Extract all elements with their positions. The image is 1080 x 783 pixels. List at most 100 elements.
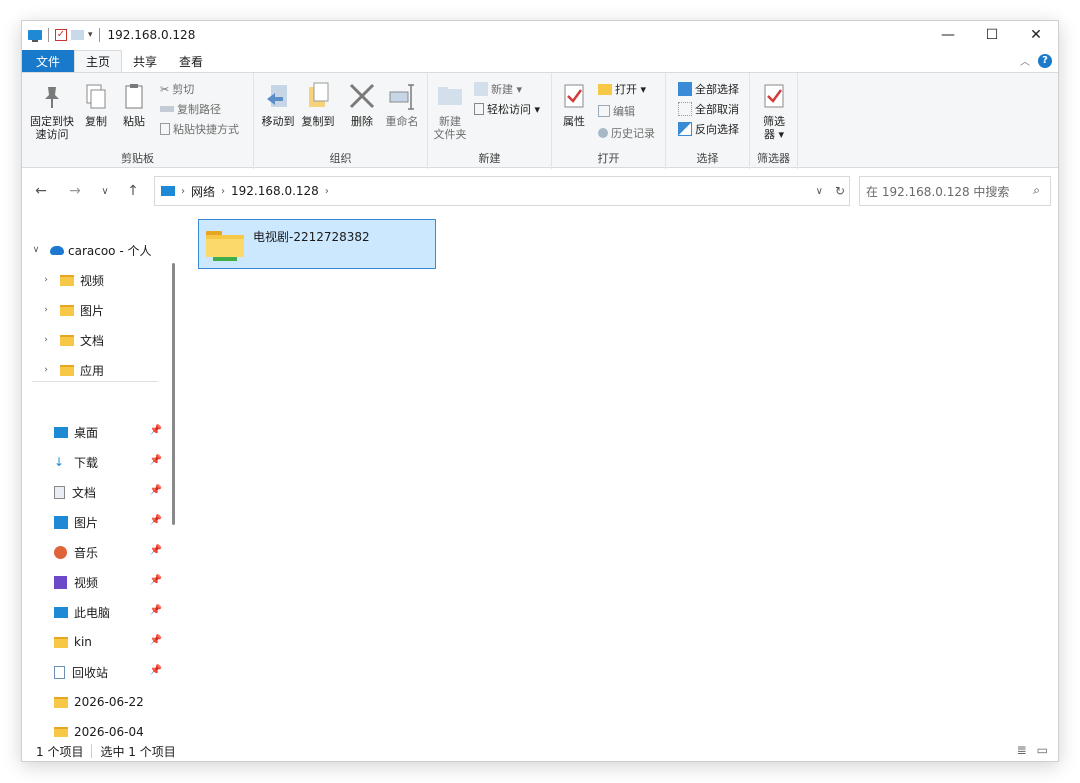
- details-view-icon[interactable]: ≣: [1017, 743, 1027, 757]
- sidebar-item-recycle-bin[interactable]: 回收站 📌: [54, 659, 162, 685]
- close-button[interactable]: ✕: [1014, 21, 1058, 49]
- tab-file[interactable]: 文件: [22, 50, 75, 72]
- pin-icon[interactable]: 📌: [150, 545, 162, 556]
- copy-to-icon: [303, 81, 333, 113]
- chevron-right-icon[interactable]: ›: [40, 365, 52, 375]
- back-arrow-icon[interactable]: ←: [30, 180, 52, 202]
- sidebar-item-onedrive-apps[interactable]: › 应用: [40, 357, 182, 383]
- recent-locations-chevron-icon[interactable]: ∨: [94, 180, 116, 202]
- breadcrumb-network[interactable]: 网络: [191, 183, 215, 200]
- address-dropdown-chevron-icon[interactable]: ∨: [816, 186, 823, 197]
- folder-icon: [60, 304, 74, 316]
- filter-button[interactable]: 筛选 器 ▾: [754, 81, 794, 141]
- rename-button[interactable]: 重命名: [382, 81, 422, 128]
- chevron-down-icon[interactable]: ∨: [30, 245, 42, 255]
- sidebar-item-onedrive-videos[interactable]: › 视频: [40, 267, 182, 293]
- pin-quick-access-button[interactable]: 固定到快 速访问: [28, 81, 76, 141]
- search-input[interactable]: 在 192.168.0.128 中搜索 ⌕: [859, 176, 1051, 206]
- new-folder-button[interactable]: 新建 文件夹: [430, 81, 470, 141]
- sidebar-item-downloads[interactable]: ↓ 下载 📌: [54, 449, 162, 475]
- tab-view[interactable]: 查看: [168, 50, 214, 72]
- navigation-pane: ∨ caracoo - 个人 › 视频 › 图片 › 文档 › 应用 桌面 📌 …: [22, 211, 182, 737]
- new-folder-qat-icon[interactable]: [71, 30, 84, 40]
- move-to-icon: [263, 81, 293, 113]
- music-icon: [54, 545, 67, 559]
- file-view: 电视剧-2212728382: [182, 211, 1058, 737]
- collapse-ribbon-icon[interactable]: ︿: [1020, 53, 1030, 68]
- large-icons-view-icon[interactable]: ▭: [1037, 743, 1048, 757]
- tab-home[interactable]: 主页: [74, 50, 123, 72]
- copy-to-button[interactable]: 复制到: [298, 81, 338, 128]
- select-none-button[interactable]: 全部取消: [678, 99, 739, 119]
- move-to-button[interactable]: 移动到: [258, 81, 298, 128]
- sidebar-item-videos[interactable]: 视频 📌: [54, 569, 162, 595]
- item-count: 1 个项目: [36, 744, 84, 759]
- status-bar: 1 个项目 选中 1 个项目 ≣ ▭: [22, 739, 1058, 761]
- pin-icon[interactable]: 📌: [150, 605, 162, 616]
- pin-icon[interactable]: 📌: [150, 485, 162, 496]
- cut-button[interactable]: ✂ 剪切: [160, 79, 194, 99]
- onedrive-cloud-icon: [50, 245, 64, 255]
- sidebar-item-this-pc[interactable]: 此电脑 📌: [54, 599, 162, 625]
- up-arrow-icon[interactable]: ↑: [122, 180, 144, 202]
- new-item-button[interactable]: 新建 ▾: [474, 79, 522, 99]
- folder-icon: [60, 364, 74, 376]
- sidebar-item-onedrive-documents[interactable]: › 文档: [40, 327, 182, 353]
- pin-icon[interactable]: 📌: [150, 425, 162, 436]
- folder-name: 电视剧-2212728382: [253, 230, 370, 244]
- sidebar-item-pictures[interactable]: 图片 📌: [54, 509, 162, 535]
- minimize-button[interactable]: —: [926, 21, 970, 49]
- recycle-bin-icon: [54, 665, 65, 679]
- search-icon[interactable]: ⌕: [1033, 183, 1040, 198]
- invert-selection-button[interactable]: 反向选择: [678, 119, 739, 139]
- sidebar-scrollbar[interactable]: [172, 263, 175, 525]
- paste-shortcut-button[interactable]: 粘贴快捷方式: [160, 119, 239, 139]
- group-label-new: 新建: [478, 152, 501, 165]
- group-select: 全部选择 全部取消 反向选择 选择: [666, 73, 750, 169]
- folder-item-selected[interactable]: 电视剧-2212728382: [198, 219, 436, 269]
- copy-button[interactable]: 复制: [80, 81, 112, 128]
- pin-icon[interactable]: 📌: [150, 665, 162, 676]
- sidebar-item-onedrive-pictures[interactable]: › 图片: [40, 297, 182, 323]
- customize-qat-icon[interactable]: ▾: [88, 30, 93, 40]
- breadcrumb-chevron-icon[interactable]: ›: [325, 186, 329, 197]
- properties-qat-icon[interactable]: ✓: [55, 29, 67, 41]
- properties-button[interactable]: 属性: [556, 81, 592, 128]
- breadcrumb-chevron-icon[interactable]: ›: [181, 186, 185, 197]
- history-button[interactable]: 历史记录: [598, 123, 655, 143]
- forward-arrow-icon[interactable]: →: [64, 180, 86, 202]
- maximize-button[interactable]: ☐: [970, 21, 1014, 49]
- chevron-right-icon[interactable]: ›: [40, 335, 52, 345]
- pin-icon[interactable]: 📌: [150, 455, 162, 466]
- edit-button[interactable]: 编辑: [598, 101, 635, 121]
- pin-icon[interactable]: 📌: [150, 515, 162, 526]
- chevron-right-icon[interactable]: ›: [40, 305, 52, 315]
- sidebar-item-kin[interactable]: kin 📌: [54, 629, 162, 655]
- breadcrumb-chevron-icon[interactable]: ›: [221, 186, 225, 197]
- new-item-icon: [474, 82, 488, 96]
- pin-icon[interactable]: 📌: [150, 575, 162, 586]
- sidebar-item-onedrive[interactable]: ∨ caracoo - 个人: [30, 237, 180, 263]
- desktop-icon: [54, 426, 68, 438]
- chevron-right-icon[interactable]: ›: [40, 275, 52, 285]
- sidebar-item-folder-2026-06-22[interactable]: 2026-06-22: [54, 689, 162, 715]
- sidebar-item-documents[interactable]: 文档 📌: [54, 479, 162, 505]
- open-button[interactable]: 打开 ▾: [598, 79, 646, 99]
- copy-path-button[interactable]: 复制路径: [160, 99, 221, 119]
- pin-icon[interactable]: 📌: [150, 635, 162, 646]
- sidebar-item-music[interactable]: 音乐 📌: [54, 539, 162, 565]
- select-all-button[interactable]: 全部选择: [678, 79, 739, 99]
- select-all-icon: [678, 82, 692, 96]
- help-icon[interactable]: ?: [1038, 53, 1052, 68]
- sidebar-item-desktop[interactable]: 桌面 📌: [54, 419, 162, 445]
- paste-button[interactable]: 粘贴: [118, 81, 150, 128]
- sidebar-item-folder-2026-06-04[interactable]: 2026-06-04: [54, 719, 162, 737]
- delete-button[interactable]: 删除: [344, 81, 380, 128]
- breadcrumb-host[interactable]: 192.168.0.128: [231, 184, 319, 198]
- computer-icon: [161, 186, 175, 196]
- download-arrow-icon: ↓: [54, 455, 65, 469]
- refresh-icon[interactable]: ↻: [835, 184, 845, 198]
- address-bar[interactable]: › 网络 › 192.168.0.128 › ∨ ↻: [154, 176, 850, 206]
- tab-share[interactable]: 共享: [122, 50, 168, 72]
- easy-access-button[interactable]: 轻松访问 ▾: [474, 99, 540, 119]
